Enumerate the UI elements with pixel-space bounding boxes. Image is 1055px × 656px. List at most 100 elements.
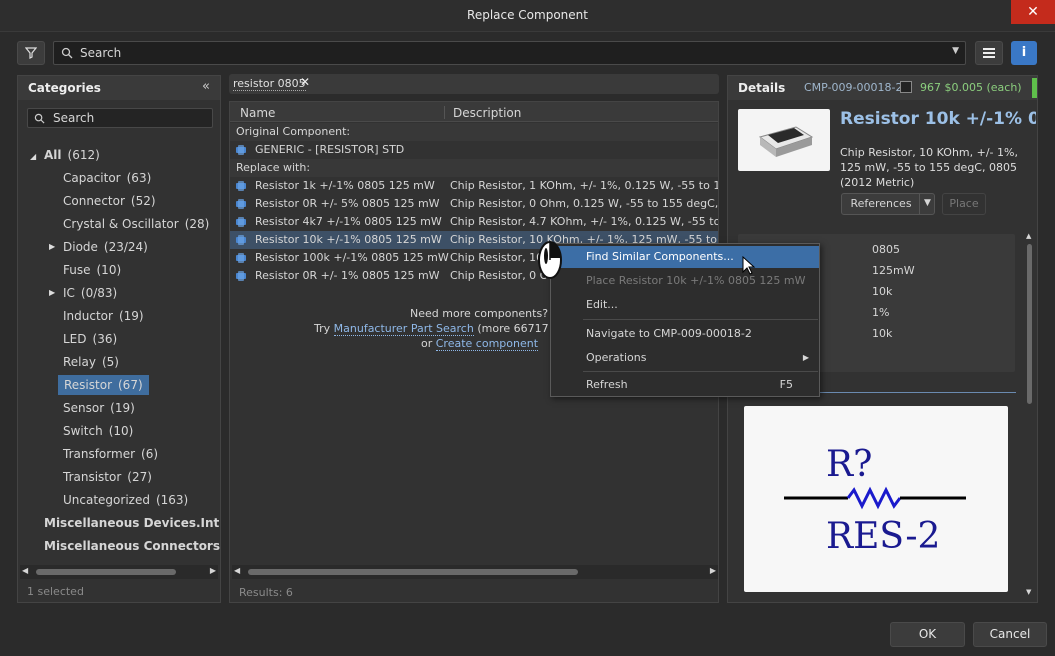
references-label: References [850, 197, 912, 210]
category-sensor[interactable]: Sensor (19) [63, 398, 135, 418]
symbol-comment: RES-2 [826, 516, 940, 557]
component-description: Chip Resistor, 10 KOhm, +/- 1%, 125 mW, … [840, 146, 1018, 189]
close-button[interactable]: ✕ [1011, 0, 1055, 24]
filter-button[interactable] [17, 41, 45, 65]
more-components-heading: Need more components? [410, 307, 549, 320]
category-transformer[interactable]: Transformer (6) [63, 444, 158, 464]
collapsed-triangle-icon[interactable]: ▶ [49, 242, 55, 251]
table-row[interactable]: Resistor 1k +/-1% 0805 125 mW Chip Resis… [230, 177, 718, 195]
category-count: (10) [108, 424, 134, 438]
original-row[interactable]: GENERIC - [RESISTOR] STD [230, 141, 718, 159]
component-icon [236, 271, 246, 281]
more-try-text: Try [314, 322, 334, 335]
category-inductor[interactable]: Inductor (19) [63, 306, 144, 326]
collapsed-triangle-icon[interactable]: ▶ [49, 288, 55, 297]
categories-hscrollbar[interactable]: ◀ ▶ [20, 565, 218, 579]
column-description[interactable]: Description [453, 106, 521, 120]
menu-operations[interactable]: Operations ▶ [551, 347, 819, 369]
menu-item-label: Operations [586, 351, 647, 364]
hamburger-icon [983, 48, 995, 58]
category-relay[interactable]: Relay (5) [63, 352, 119, 372]
component-icon [236, 235, 246, 245]
component-title: Resistor 10k +/-1% 08... [840, 109, 1036, 129]
collapse-icon[interactable]: « [202, 79, 210, 94]
category-search-input[interactable]: Search [27, 108, 213, 128]
details-vscrollbar[interactable]: ▲ ▼ [1025, 232, 1035, 596]
menu-button[interactable] [975, 41, 1003, 65]
category-transistor[interactable]: Transistor (27) [63, 467, 152, 487]
category-count: (19) [118, 309, 144, 323]
component-name: Resistor 0R +/- 5% 0805 125 mW [255, 197, 440, 210]
scroll-thumb[interactable] [248, 569, 578, 575]
manufacturer-part-search-link[interactable]: Manufacturer Part Search [333, 322, 474, 336]
category-switch[interactable]: Switch (10) [63, 421, 133, 441]
remove-filter-icon[interactable]: ✕ [300, 75, 310, 89]
active-filter-bar: resistor 0805 ✕ [229, 74, 719, 94]
create-component-line: or Create component [421, 337, 539, 351]
references-dropdown-icon[interactable]: ▼ [919, 193, 935, 215]
menu-shortcut: F5 [779, 378, 793, 391]
category-count: (52) [130, 194, 156, 208]
chevron-down-icon[interactable]: ▼ [952, 46, 959, 56]
column-name[interactable]: Name [240, 106, 275, 120]
info-button[interactable]: i [1011, 41, 1037, 65]
category-led[interactable]: LED (36) [63, 329, 117, 349]
category-label: Inductor [63, 309, 113, 323]
ok-button[interactable]: OK [890, 622, 965, 647]
category-capacitor[interactable]: Capacitor (63) [63, 168, 151, 188]
column-divider[interactable] [444, 106, 445, 119]
library-misc-devices[interactable]: Miscellaneous Devices.IntLib [44, 513, 220, 533]
category-ic[interactable]: IC (0/83) [63, 283, 117, 303]
library-misc-connectors[interactable]: Miscellaneous Connectors.IntLib [44, 536, 220, 556]
more-components-line: Try Manufacturer Part Search (more 66717… [314, 322, 576, 336]
menu-edit[interactable]: Edit... [551, 294, 819, 316]
grid-header: Name Description [230, 102, 718, 122]
cancel-button[interactable]: Cancel [973, 622, 1047, 647]
component-id: CMP-009-00018-2 [804, 81, 903, 94]
categories-header: Categories « [18, 76, 220, 100]
scroll-thumb[interactable] [36, 569, 176, 575]
scroll-up-icon[interactable]: ▲ [1026, 232, 1031, 240]
category-count: (36) [92, 332, 118, 346]
menu-refresh[interactable]: Refresh F5 [551, 374, 819, 396]
param-value: 0805 [872, 243, 900, 256]
component-name: Resistor 100k +/-1% 0805 125 mW [255, 251, 449, 264]
stock-price: 967 $0.005 (each) [920, 81, 1022, 94]
category-label: Diode [63, 240, 98, 254]
scroll-down-icon[interactable]: ▼ [1026, 588, 1031, 596]
menu-separator [583, 371, 818, 372]
table-row[interactable]: Resistor 0R +/- 5% 0805 125 mW Chip Resi… [230, 195, 718, 213]
grid-hscrollbar[interactable]: ◀ ▶ [232, 565, 718, 579]
category-all[interactable]: All (612) [44, 145, 100, 165]
category-diode[interactable]: Diode (23/24) [63, 237, 148, 257]
scroll-right-icon[interactable]: ▶ [210, 566, 216, 575]
scroll-thumb[interactable] [1027, 244, 1032, 404]
category-fuse[interactable]: Fuse (10) [63, 260, 121, 280]
search-input[interactable]: Search ▼ [53, 41, 966, 65]
menu-item-label: Navigate to CMP-009-00018-2 [586, 327, 752, 340]
resistor-symbol: R? RES-2 [784, 444, 966, 557]
category-count: (6) [141, 447, 159, 461]
category-count: (23/24) [103, 240, 148, 254]
menu-navigate[interactable]: Navigate to CMP-009-00018-2 [551, 323, 819, 345]
details-header: Details CMP-009-00018-2 967 $0.005 (each… [728, 76, 1037, 100]
category-label: LED [63, 332, 87, 346]
category-uncategorized[interactable]: Uncategorized (163) [63, 490, 188, 510]
category-label: Connector [63, 194, 125, 208]
create-component-link[interactable]: Create component [435, 337, 539, 351]
category-crystal-oscillator[interactable]: Crystal & Oscillator (28) [63, 214, 209, 234]
category-connector[interactable]: Connector (52) [63, 191, 156, 211]
symbol-preview: R? RES-2 [744, 406, 1008, 592]
scroll-left-icon[interactable]: ◀ [234, 566, 240, 575]
select-checkbox[interactable] [900, 81, 912, 93]
category-label: Transistor [63, 470, 122, 484]
category-count: (63) [126, 171, 152, 185]
expanded-triangle-icon[interactable]: ◢ [30, 152, 36, 161]
category-resistor[interactable]: Resistor (67) [58, 375, 149, 395]
table-row[interactable]: Resistor 4k7 +/-1% 0805 125 mW Chip Resi… [230, 213, 718, 231]
category-label: Uncategorized [63, 493, 150, 507]
scroll-left-icon[interactable]: ◀ [22, 566, 28, 575]
group-replace: Replace with: [230, 159, 718, 177]
menu-find-similar[interactable]: Find Similar Components... [551, 246, 819, 268]
scroll-right-icon[interactable]: ▶ [710, 566, 716, 575]
